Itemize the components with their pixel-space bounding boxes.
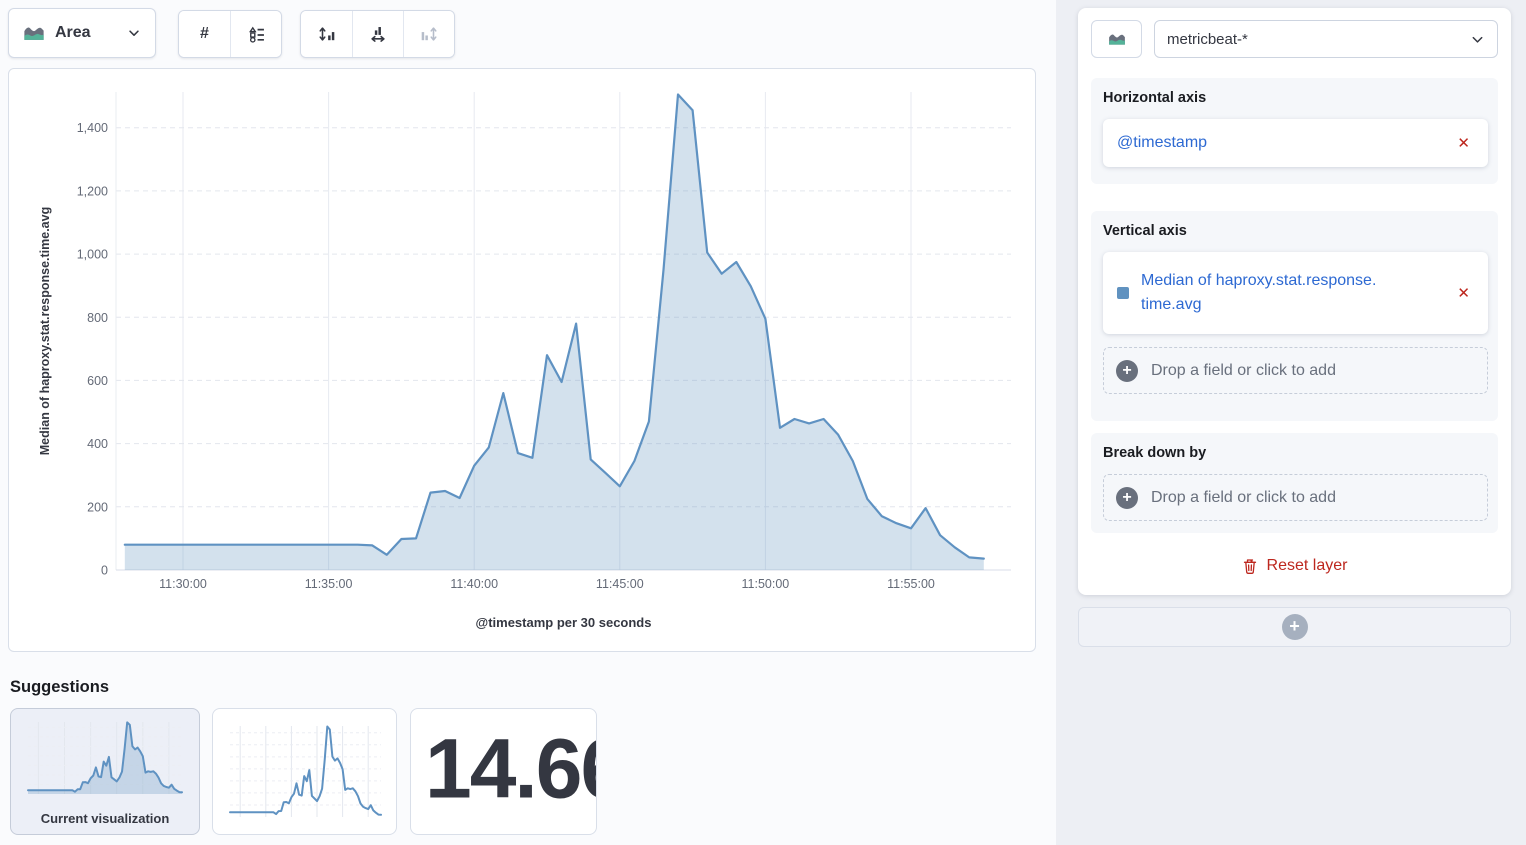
x-axis-title: @timestamp per 30 seconds <box>116 615 1011 630</box>
y-tick-label: 0 <box>101 564 108 578</box>
lens-editor: Area # <box>0 0 1526 845</box>
chart-type-label: Area <box>55 24 91 42</box>
bottom-axis-icon <box>369 25 387 43</box>
y-tick-label: 800 <box>87 311 108 325</box>
right-axis-icon <box>420 25 438 43</box>
remove-field-button[interactable]: ✕ <box>1453 132 1474 154</box>
plus-circle-icon: + <box>1116 360 1138 382</box>
horizontal-axis-section: Horizontal axis @timestamp ✕ <box>1091 78 1498 184</box>
drop-zone-label: Drop a field or click to add <box>1151 362 1336 380</box>
area-chart-icon <box>1108 30 1126 48</box>
suggestion-current[interactable]: Current visualization <box>10 708 200 835</box>
chart-type-selector[interactable]: Area <box>8 8 156 58</box>
y-tick-label: 400 <box>87 437 108 451</box>
reset-layer-button[interactable]: Reset layer <box>1078 557 1511 575</box>
left-axis-button[interactable] <box>301 11 352 57</box>
vertical-axis-heading: Vertical axis <box>1103 223 1488 239</box>
current-visualization-label: Current visualization <box>11 811 199 826</box>
index-pattern-select[interactable]: metricbeat-* <box>1154 20 1498 58</box>
x-tick-label: 11:45:00 <box>596 577 644 591</box>
legend-icon <box>248 26 265 43</box>
bottom-axis-button[interactable] <box>352 11 403 57</box>
trash-icon <box>1242 558 1258 575</box>
break-down-section: Break down by + Drop a field or click to… <box>1091 433 1498 533</box>
close-icon: ✕ <box>1457 135 1470 152</box>
chevron-down-icon <box>127 26 141 40</box>
area-chart-svg: 0 200 400 600 800 1,000 1,200 1,400 11:30:00 11:3… <box>9 69 1037 653</box>
legend-button[interactable] <box>230 11 281 57</box>
x-tick-label: 11:30:00 <box>159 577 207 591</box>
plus-circle-icon: + <box>1282 614 1308 640</box>
suggestion-line-chart[interactable] <box>212 708 397 835</box>
left-axis-icon <box>318 25 336 43</box>
value-format-button[interactable]: # <box>179 11 230 57</box>
close-icon: ✕ <box>1457 285 1470 302</box>
y-tick-label: 1,200 <box>77 184 108 198</box>
chart-workspace[interactable]: 0 200 400 600 800 1,000 1,200 1,400 11:30:00 11:3… <box>8 68 1036 652</box>
x-tick-label: 11:50:00 <box>742 577 790 591</box>
drop-zone-label: Drop a field or click to add <box>1151 489 1336 507</box>
field-label: Median of haproxy.​stat.​response.​time.… <box>1141 269 1407 317</box>
y-axis-title: Median of haproxy.stat.response.time.avg <box>38 207 52 455</box>
axis-settings-group <box>300 10 455 58</box>
reset-layer-label: Reset layer <box>1267 557 1348 575</box>
area-thumbnail <box>23 717 187 801</box>
horizontal-axis-heading: Horizontal axis <box>1103 90 1488 106</box>
suggestions-heading: Suggestions <box>10 678 109 697</box>
field-label: @timestamp <box>1117 131 1207 155</box>
area-chart-icon <box>23 22 45 44</box>
chevron-down-icon <box>1470 32 1485 47</box>
add-layer-button[interactable]: + <box>1078 607 1511 647</box>
break-down-heading: Break down by <box>1103 445 1488 461</box>
layer-chart-type-button[interactable] <box>1091 20 1142 58</box>
plus-circle-icon: + <box>1116 487 1138 509</box>
hash-icon: # <box>200 25 209 43</box>
vertical-axis-drop-zone[interactable]: + Drop a field or click to add <box>1103 347 1488 394</box>
right-axis-button <box>403 11 454 57</box>
y-tick-label: 200 <box>87 500 108 514</box>
line-thumbnail <box>225 721 386 824</box>
series-area <box>125 95 984 571</box>
config-rail: metricbeat-* Horizontal axis @timestamp … <box>1056 0 1526 845</box>
layer-panel: metricbeat-* Horizontal axis @timestamp … <box>1078 8 1511 595</box>
x-tick-label: 11:55:00 <box>887 577 935 591</box>
suggestion-metric[interactable]: 14.66 <box>410 708 597 835</box>
horizontal-axis-field[interactable]: @timestamp ✕ <box>1103 119 1488 167</box>
x-tick-label: 11:40:00 <box>450 577 498 591</box>
y-tick-label: 1,000 <box>77 248 108 262</box>
break-down-drop-zone[interactable]: + Drop a field or click to add <box>1103 474 1488 521</box>
vertical-axis-section: Vertical axis Median of haproxy.​stat.​r… <box>1091 211 1498 421</box>
remove-field-button[interactable]: ✕ <box>1453 282 1474 304</box>
format-legend-group: # <box>178 10 282 58</box>
series-color-swatch <box>1117 287 1129 299</box>
vertical-axis-field[interactable]: Median of haproxy.​stat.​response.​time.… <box>1103 252 1488 334</box>
y-tick-label: 1,400 <box>77 121 108 135</box>
x-tick-label: 11:35:00 <box>305 577 353 591</box>
index-pattern-value: metricbeat-* <box>1167 31 1248 48</box>
y-tick-label: 600 <box>87 374 108 388</box>
metric-suggestion-value: 14.66 <box>425 720 597 817</box>
